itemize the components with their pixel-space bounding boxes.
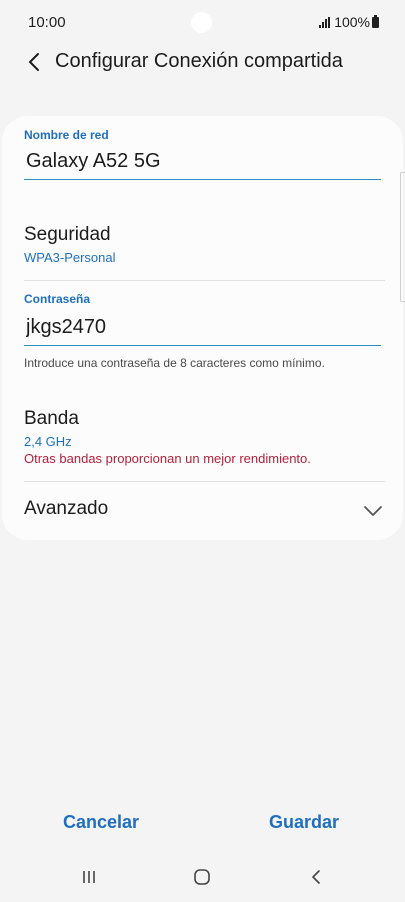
status-icons: 100% bbox=[319, 14, 379, 30]
security-value: WPA3-Personal bbox=[24, 250, 116, 265]
network-name-label: Nombre de red bbox=[24, 128, 109, 142]
camera-cutout bbox=[191, 12, 212, 33]
security-row[interactable]: Seguridad WPA3-Personal bbox=[2, 212, 403, 278]
security-title: Seguridad bbox=[24, 224, 111, 245]
back-arrow-icon bbox=[29, 53, 39, 71]
battery-percentage: 100% bbox=[334, 14, 370, 30]
signal-icon bbox=[319, 16, 331, 28]
edge-panel-handle[interactable] bbox=[400, 172, 405, 302]
band-value: 2,4 GHz bbox=[24, 434, 72, 449]
band-title: Banda bbox=[24, 408, 79, 429]
status-bar: 10:00 100% bbox=[0, 0, 405, 44]
recents-button[interactable] bbox=[74, 862, 104, 892]
advanced-title: Avanzado bbox=[24, 498, 109, 519]
divider bbox=[24, 280, 385, 281]
home-button[interactable] bbox=[187, 862, 217, 892]
cancel-button[interactable]: Cancelar bbox=[55, 806, 147, 839]
password-label: Contraseña bbox=[24, 292, 91, 306]
home-icon bbox=[194, 869, 210, 885]
chevron-down-icon[interactable] bbox=[363, 504, 383, 518]
screen: 10:00 100% Configurar Conexión compartid… bbox=[0, 0, 405, 902]
hotspot-settings-card: Nombre de red Seguridad WPA3-Personal Co… bbox=[2, 116, 403, 540]
password-input[interactable] bbox=[24, 316, 381, 346]
nav-back-button[interactable] bbox=[301, 862, 331, 892]
network-name-input[interactable] bbox=[24, 150, 381, 180]
password-helper-text: Introduce una contraseña de 8 caracteres… bbox=[24, 356, 325, 370]
recents-icon bbox=[83, 871, 95, 883]
nav-back-icon bbox=[312, 870, 320, 884]
battery-icon bbox=[372, 14, 379, 28]
advanced-row[interactable]: Avanzado bbox=[2, 482, 403, 536]
band-warning: Otras bandas proporcionan un mejor rendi… bbox=[24, 451, 311, 466]
back-button[interactable] bbox=[20, 48, 48, 76]
page-title: Configurar Conexión compartida bbox=[55, 50, 343, 72]
band-row[interactable]: Banda 2,4 GHz Otras bandas proporcionan … bbox=[2, 398, 403, 476]
navigation-bar bbox=[0, 850, 405, 902]
app-header: Configurar Conexión compartida bbox=[0, 44, 405, 80]
save-button[interactable]: Guardar bbox=[261, 806, 347, 839]
status-time: 10:00 bbox=[28, 14, 66, 31]
